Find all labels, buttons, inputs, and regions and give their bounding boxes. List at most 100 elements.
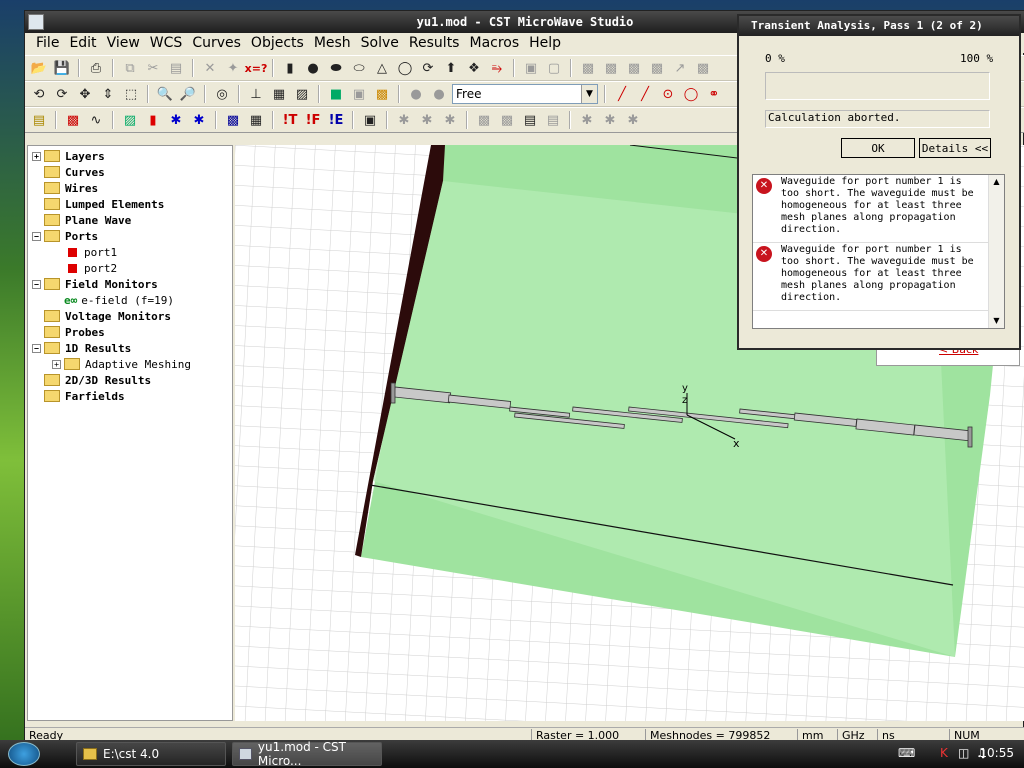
taskbar-item-explorer[interactable]: E:\cst 4.0 bbox=[76, 742, 226, 766]
menu-solve[interactable]: Solve bbox=[356, 35, 404, 51]
tree-item-layers[interactable]: + Layers bbox=[32, 148, 105, 164]
print-icon[interactable]: ⎙ bbox=[86, 58, 106, 78]
binoculars-icon[interactable]: ◎ bbox=[212, 84, 232, 104]
boundary-icon[interactable]: ▨ bbox=[120, 110, 140, 130]
collapse-icon[interactable]: − bbox=[32, 231, 41, 241]
animate-2-icon[interactable]: ✱ bbox=[600, 110, 620, 130]
cube-icon[interactable]: ■ bbox=[326, 84, 346, 104]
ok-button[interactable]: OK bbox=[841, 138, 915, 158]
pick-mode-combo[interactable]: Free ▼ bbox=[452, 84, 598, 104]
zoom-rectangle-icon[interactable]: ⬚ bbox=[121, 84, 141, 104]
scroll-down-icon[interactable]: ▼ bbox=[989, 314, 1004, 328]
pick-point-icon[interactable]: ● bbox=[406, 84, 426, 104]
elliptic-cylinder-icon[interactable]: ⬭ bbox=[349, 58, 369, 78]
align-icon[interactable]: ▩ bbox=[578, 58, 598, 78]
torus-icon[interactable]: ◯ bbox=[395, 58, 415, 78]
animate-1-icon[interactable]: ✱ bbox=[577, 110, 597, 130]
tree-item-2d3d-results[interactable]: 2D/3D Results bbox=[44, 372, 151, 388]
details-button[interactable]: Details << bbox=[919, 138, 991, 158]
tree-item-field-monitors[interactable]: − Field Monitors bbox=[32, 276, 158, 292]
chevron-down-icon[interactable]: ▼ bbox=[581, 85, 597, 103]
menu-help[interactable]: Help bbox=[524, 35, 566, 51]
tree-item-port2[interactable]: port2 bbox=[68, 260, 117, 276]
tree-item-lumped-elements[interactable]: Lumped Elements bbox=[44, 196, 164, 212]
parameter-icon[interactable]: x=? bbox=[245, 58, 268, 78]
circle-center-icon[interactable]: ⊙ bbox=[658, 84, 678, 104]
working-plane-icon[interactable]: ▨ bbox=[292, 84, 312, 104]
frequency-icon[interactable]: ∿ bbox=[86, 110, 106, 130]
lumped-element-icon[interactable]: ✱ bbox=[189, 110, 209, 130]
menu-curves[interactable]: Curves bbox=[187, 35, 246, 51]
line-icon[interactable]: ╱ bbox=[612, 84, 632, 104]
scroll-up-icon[interactable]: ▲ bbox=[989, 175, 1004, 189]
tree-item-probes[interactable]: Probes bbox=[44, 324, 105, 340]
menu-macros[interactable]: Macros bbox=[464, 35, 524, 51]
eigenmode-solver-icon[interactable]: !E bbox=[326, 110, 346, 130]
save-icon[interactable]: 💾 bbox=[52, 58, 72, 78]
menu-wcs[interactable]: WCS bbox=[145, 35, 188, 51]
tree-item-ports[interactable]: − Ports bbox=[32, 228, 98, 244]
pan-icon[interactable]: ✥ bbox=[75, 84, 95, 104]
brick-icon[interactable]: ▮ bbox=[280, 58, 300, 78]
pick-edge-icon[interactable]: ● bbox=[429, 84, 449, 104]
dialog-title[interactable]: Transient Analysis, Pass 1 (2 of 2) bbox=[739, 16, 1019, 36]
face-select-icon[interactable]: ▣ bbox=[349, 84, 369, 104]
menu-mesh[interactable]: Mesh bbox=[309, 35, 356, 51]
cut-icon[interactable]: ✂ bbox=[143, 58, 163, 78]
grid-icon[interactable]: ▦ bbox=[269, 84, 289, 104]
mesh-properties-icon[interactable]: ▦ bbox=[246, 110, 266, 130]
delete-icon[interactable]: ✕ bbox=[200, 58, 220, 78]
animate-3-icon[interactable]: ✱ bbox=[623, 110, 643, 130]
arc-icon[interactable]: ⚭ bbox=[704, 84, 724, 104]
collapse-icon[interactable]: − bbox=[32, 279, 41, 289]
field-monitor-3-icon[interactable]: ✱ bbox=[440, 110, 460, 130]
message-list[interactable]: ✕ Waveguide for port number 1 is too sho… bbox=[752, 174, 1005, 329]
dynamic-zoom-icon[interactable]: ⇕ bbox=[98, 84, 118, 104]
scale-icon[interactable]: ▩ bbox=[647, 58, 667, 78]
paste-icon[interactable]: ▤ bbox=[166, 58, 186, 78]
field-monitor-2-icon[interactable]: ✱ bbox=[417, 110, 437, 130]
menu-edit[interactable]: Edit bbox=[64, 35, 101, 51]
zoom-icon[interactable]: 🔍 bbox=[155, 84, 175, 104]
boolean-subtract-icon[interactable]: ▢ bbox=[544, 58, 564, 78]
result-3-icon[interactable]: ▤ bbox=[520, 110, 540, 130]
tree-item-curves[interactable]: Curves bbox=[44, 164, 105, 180]
result-2-icon[interactable]: ▩ bbox=[497, 110, 517, 130]
mirror-icon[interactable]: ▩ bbox=[624, 58, 644, 78]
tree-item-farfields[interactable]: Farfields bbox=[44, 388, 125, 404]
transform-icon[interactable]: ▩ bbox=[601, 58, 621, 78]
units-icon[interactable]: ▤ bbox=[29, 110, 49, 130]
frequency-solver-icon[interactable]: !F bbox=[303, 110, 323, 130]
open-icon[interactable]: 📂 bbox=[29, 58, 49, 78]
tree-item-e-field[interactable]: e∞ e-field (f=19) bbox=[64, 292, 174, 308]
cylinder-icon[interactable]: ⬬ bbox=[326, 58, 346, 78]
menu-file[interactable]: File bbox=[31, 35, 64, 51]
tree-item-wires[interactable]: Wires bbox=[44, 180, 98, 196]
wand-icon[interactable]: ✦ bbox=[223, 58, 243, 78]
message-scrollbar[interactable]: ▲ ▼ bbox=[988, 175, 1004, 328]
shift-icon[interactable]: ↗ bbox=[670, 58, 690, 78]
mesh-view-icon[interactable]: ▩ bbox=[223, 110, 243, 130]
circle-icon[interactable]: ◯ bbox=[681, 84, 701, 104]
menu-view[interactable]: View bbox=[102, 35, 145, 51]
result-4-icon[interactable]: ▤ bbox=[543, 110, 563, 130]
tree-item-1d-results[interactable]: − 1D Results bbox=[32, 340, 131, 356]
keyboard-icon[interactable]: ⌨ bbox=[898, 746, 915, 760]
menu-results[interactable]: Results bbox=[404, 35, 465, 51]
collapse-icon[interactable]: − bbox=[32, 343, 41, 353]
antivirus-icon[interactable]: K bbox=[940, 746, 954, 760]
wcs-icon[interactable]: ⊥ bbox=[246, 84, 266, 104]
transient-solver-icon[interactable]: !T bbox=[280, 110, 300, 130]
tree-item-voltage-monitors[interactable]: Voltage Monitors bbox=[44, 308, 171, 324]
reset-view-icon[interactable]: 🔎 bbox=[178, 84, 198, 104]
sphere-icon[interactable]: ● bbox=[303, 58, 323, 78]
waveguide-port-icon[interactable]: ▮ bbox=[143, 110, 163, 130]
bend-icon[interactable]: ⥱ bbox=[487, 58, 507, 78]
extrude-icon[interactable]: ⬆ bbox=[441, 58, 461, 78]
boolean-add-icon[interactable]: ▣ bbox=[521, 58, 541, 78]
blend-icon[interactable]: ▩ bbox=[693, 58, 713, 78]
rotate-view-plane-icon[interactable]: ⟳ bbox=[52, 84, 72, 104]
taskbar-item-cst[interactable]: yu1.mod - CST Micro... bbox=[232, 740, 382, 768]
expand-icon[interactable]: + bbox=[52, 359, 61, 369]
tree-item-port1[interactable]: port1 bbox=[68, 244, 117, 260]
